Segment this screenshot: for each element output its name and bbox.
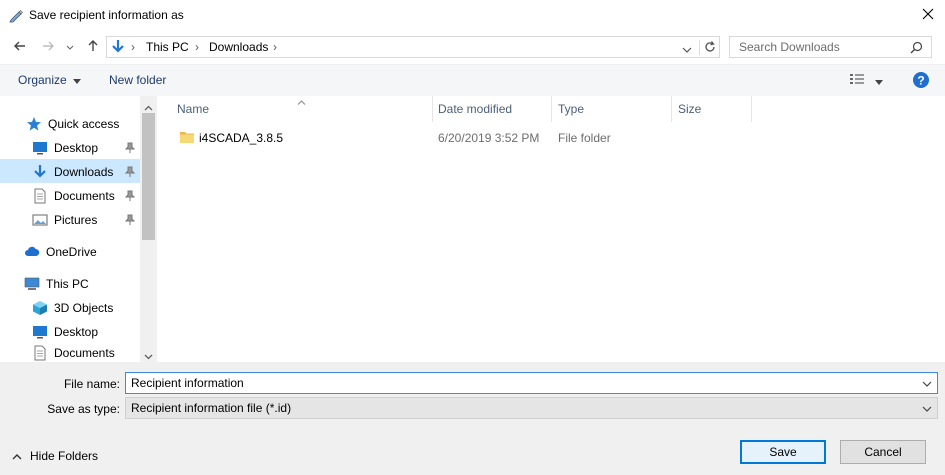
help-button[interactable]: ? [912,71,930,92]
arrow-up-icon [86,39,100,56]
breadcrumb-chevron-icon: › [131,40,135,54]
document-icon [32,345,48,361]
nav-item-desktop[interactable]: Desktop [32,320,98,344]
breadcrumb-chevron-icon: › [273,40,277,54]
file-name[interactable]: i4SCADA_3.8.5 [199,128,283,148]
nav-item-desktop-pinned[interactable]: Desktop [32,136,98,160]
file-date-modified: 6/20/2019 3:52 PM [438,131,540,145]
close-button[interactable] [910,0,945,30]
hide-folders-button[interactable]: Hide Folders [12,449,98,463]
nav-item-onedrive[interactable]: OneDrive [24,240,97,264]
chevron-down-icon [921,403,933,415]
refresh-icon[interactable] [703,40,717,57]
desktop-icon [32,140,48,156]
sort-ascending-icon [297,94,306,108]
nav-item-documents[interactable]: Documents [32,344,115,362]
nav-item-this-pc[interactable]: This PC [24,272,89,296]
hide-folders-label: Hide Folders [30,449,99,463]
change-view-button[interactable] [849,72,883,89]
column-divider[interactable] [432,96,433,122]
nav-item-downloads-pinned[interactable]: Downloads [32,160,113,184]
cube-icon [32,300,48,316]
desktop-icon [32,324,48,340]
svg-text:?: ? [917,74,924,88]
pin-icon [124,214,136,229]
arrow-left-icon [13,39,27,56]
savetype-select[interactable]: Recipient information file (*.id) [125,397,938,419]
recent-locations-button[interactable] [63,37,77,57]
new-folder-button[interactable]: New folder [109,73,166,87]
chevron-down-icon [66,40,74,54]
address-divider [699,40,700,55]
column-divider[interactable] [671,96,672,122]
file-type: File folder [558,131,611,145]
pen-icon [8,7,24,23]
close-icon [922,8,934,23]
window-title: Save recipient information as [29,8,184,22]
search-input[interactable]: Search Downloads [739,40,840,54]
filename-value[interactable]: Recipient information [131,376,244,390]
chevron-up-icon [12,449,22,463]
back-button[interactable] [10,37,30,57]
column-header-type[interactable]: Type [558,96,584,122]
details-view-icon [849,72,865,89]
forward-button[interactable] [38,37,58,57]
search-box[interactable]: Search Downloads [729,36,932,58]
column-header-name[interactable]: Name [177,96,209,122]
filename-field[interactable]: Recipient information [125,372,938,394]
save-button[interactable]: Save [740,440,826,464]
pin-icon [124,190,136,205]
search-icon [910,41,923,57]
cloud-icon [24,244,40,260]
download-icon [32,164,48,180]
pictures-icon [32,212,48,228]
star-icon [26,116,42,132]
breadcrumb-chevron-icon: › [195,40,199,54]
pin-icon [124,166,136,181]
filename-label: File name: [63,377,120,391]
cancel-button[interactable]: Cancel [840,440,926,464]
organize-button[interactable]: Organize [18,73,81,87]
column-divider[interactable] [551,96,552,122]
savetype-label: Save as type: [47,402,120,416]
help-icon: ? [912,72,930,92]
nav-item-documents-pinned[interactable]: Documents [32,184,115,208]
breadcrumb-this-pc[interactable]: This PC [146,40,189,54]
column-header-size[interactable]: Size [678,96,701,122]
column-header-date-modified[interactable]: Date modified [438,96,512,122]
caret-down-icon [875,74,883,88]
nav-item-pictures-pinned[interactable]: Pictures [32,208,97,232]
chevron-down-icon[interactable] [921,378,933,390]
savetype-value: Recipient information file (*.id) [131,401,292,415]
address-bar[interactable]: › This PC › Downloads › [106,36,720,58]
column-divider[interactable] [751,96,752,122]
nav-scrollbar-thumb[interactable] [142,113,155,240]
document-icon [32,188,48,204]
folder-icon [179,129,195,148]
caret-down-icon [72,73,81,87]
nav-item-quick-access[interactable]: Quick access [26,112,119,136]
download-icon [110,39,126,58]
organize-label: Organize [18,73,67,87]
computer-icon [24,276,40,292]
up-button[interactable] [83,37,103,57]
scroll-down-icon[interactable] [144,349,153,363]
breadcrumb-downloads[interactable]: Downloads [209,40,268,54]
address-dropdown-icon[interactable] [682,43,692,57]
pin-icon [124,142,136,157]
nav-item-3d-objects[interactable]: 3D Objects [32,296,113,320]
scroll-up-icon[interactable] [144,100,153,114]
arrow-right-icon [41,39,55,56]
